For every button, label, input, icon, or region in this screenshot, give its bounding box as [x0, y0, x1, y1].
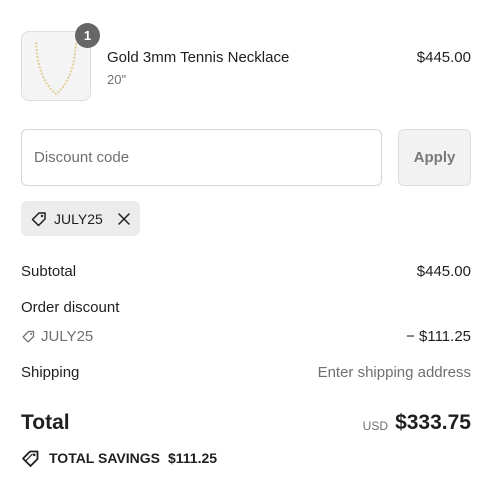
- total-savings: TOTAL SAVINGS $111.25: [21, 448, 217, 468]
- quantity-badge: 1: [75, 23, 100, 48]
- currency-code: USD: [362, 419, 388, 433]
- shipping-value: Enter shipping address: [317, 364, 471, 381]
- shipping-label: Shipping: [21, 364, 80, 381]
- subtotal-value: $445.00: [416, 263, 471, 280]
- subtotal-label: Subtotal: [21, 263, 77, 280]
- discount-code-label: JULY25: [41, 328, 94, 345]
- product-price: $445.00: [416, 49, 471, 66]
- savings-value: $111.25: [167, 450, 218, 466]
- discount-code-input[interactable]: [21, 129, 382, 186]
- savings-tag-icon: [21, 448, 41, 468]
- order-discount-label: Order discount: [21, 299, 120, 316]
- product-variant: 20": [107, 72, 127, 87]
- discount-value: − $111.25: [406, 328, 471, 345]
- tag-icon: [30, 210, 48, 228]
- applied-code-text: JULY25: [54, 210, 103, 227]
- tag-icon: [21, 329, 36, 344]
- product-name: Gold 3mm Tennis Necklace: [107, 49, 290, 66]
- savings-label: TOTAL SAVINGS: [49, 450, 160, 466]
- total-label: Total: [21, 411, 70, 434]
- applied-code-chip: JULY25: [21, 201, 140, 236]
- total-value: $333.75: [395, 411, 471, 434]
- discount-code-row: JULY25: [21, 328, 93, 345]
- close-icon[interactable]: [117, 212, 131, 226]
- apply-button[interactable]: Apply: [398, 129, 471, 186]
